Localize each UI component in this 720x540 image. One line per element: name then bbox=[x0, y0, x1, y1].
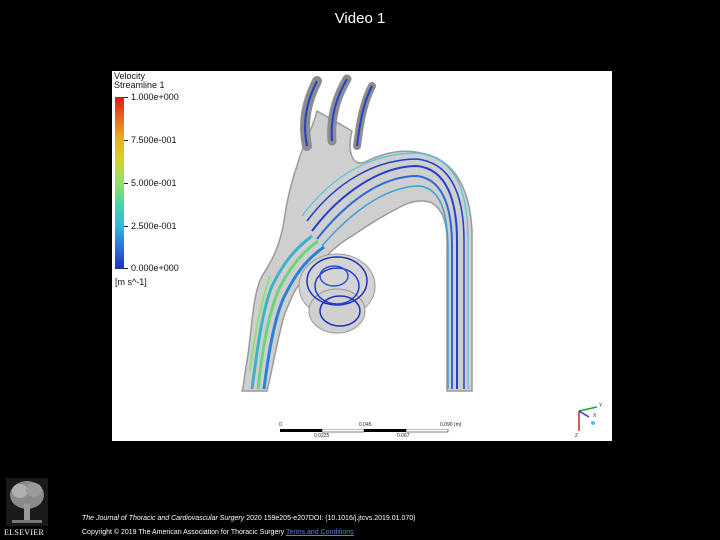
citation: The Journal of Thoracic and Cardiovascul… bbox=[82, 515, 415, 522]
terms-and-conditions-link[interactable]: Terms and Conditions bbox=[286, 529, 354, 536]
axis-z-label: Z bbox=[575, 433, 578, 439]
axis-y-label: Y bbox=[599, 403, 603, 409]
scale-label-three-quarter: 0.067 bbox=[397, 433, 410, 439]
elsevier-tree-logo bbox=[6, 478, 48, 526]
scale-bar bbox=[280, 429, 449, 433]
aorta-streamline-render bbox=[240, 74, 473, 392]
axis-x-label: X bbox=[593, 413, 597, 419]
copyright: Copyright © 2019 The American Associatio… bbox=[82, 529, 354, 536]
cfd-streamline-figure: Velocity Streamline 1 1.000e+000 7.500e-… bbox=[112, 71, 612, 441]
branch-vessel bbox=[353, 82, 376, 150]
journal-name: The Journal of Thoracic and Cardiovascul… bbox=[82, 515, 245, 522]
scale-label-mid: 0.045 bbox=[359, 422, 372, 428]
scale-label-quarter: 0.0225 bbox=[314, 433, 330, 439]
elsevier-wordmark: ELSEVIER bbox=[4, 528, 45, 537]
scale-label-0: 0 bbox=[279, 422, 282, 428]
axis-triad-icon: Y Z X bbox=[575, 403, 603, 439]
aorta-wall bbox=[240, 109, 473, 392]
slide-title: Video 1 bbox=[334, 10, 386, 27]
scale-label-end: 0.090 (m) bbox=[440, 422, 462, 428]
citation-details: 2020 159e205-e207DOI: (10.1016/j.jtcvs.2… bbox=[244, 515, 416, 522]
copyright-text: Copyright © 2019 The American Associatio… bbox=[82, 529, 285, 536]
